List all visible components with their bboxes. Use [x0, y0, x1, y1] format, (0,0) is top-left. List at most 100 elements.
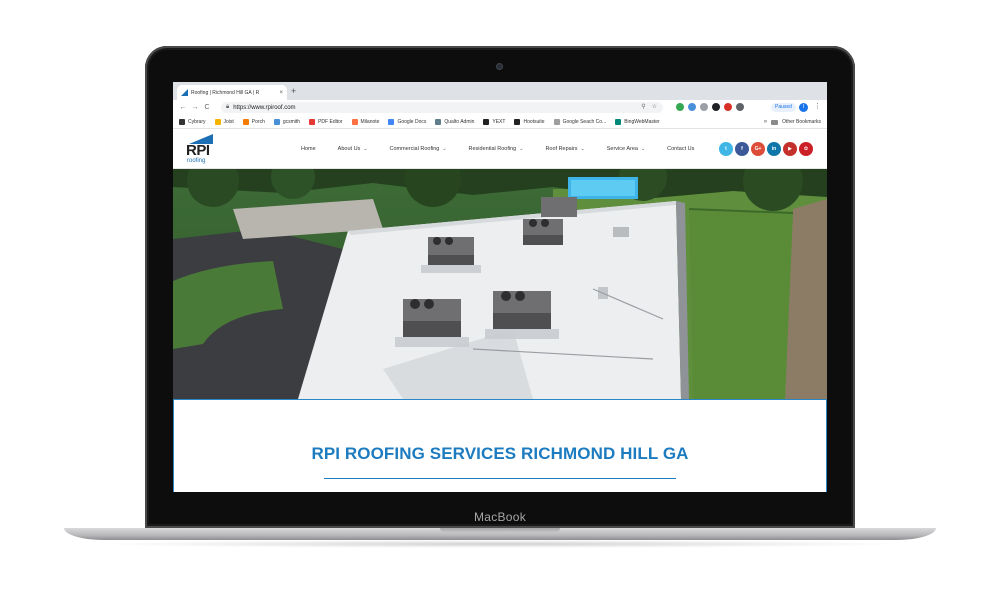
- bookmark-favicon-icon: [242, 118, 249, 125]
- main-navigation: Home About Us ⌄ Commercial Roofing ⌄ Resident…: [301, 129, 694, 169]
- bookmark-favicon-icon: [514, 118, 521, 125]
- chevron-down-icon: ⌄: [580, 146, 585, 152]
- bookmark-item[interactable]: Hootsuite: [514, 118, 545, 125]
- device-label: MacBook: [473, 510, 527, 524]
- logo-subtext: roofing: [187, 158, 206, 164]
- laptop-shadow: [90, 540, 910, 548]
- nav-item-label: Service Area: [606, 146, 638, 152]
- more-bookmarks-icon[interactable]: »: [764, 115, 767, 129]
- bookmark-item[interactable]: gcsmith: [273, 118, 301, 125]
- nav-item[interactable]: Contact Us: [667, 146, 694, 152]
- bookmark-favicon-icon: [388, 118, 395, 125]
- social-icon[interactable]: ✿: [799, 142, 813, 156]
- profile-avatar[interactable]: I: [799, 103, 808, 112]
- bookmarks-bar: Cybrary Joist Porch gcsmith PDF Editor Milano…: [173, 115, 827, 129]
- nav-item[interactable]: Commercial Roofing ⌄: [390, 146, 447, 152]
- social-icon[interactable]: G+: [751, 142, 765, 156]
- bookmark-label: PDF Editor: [318, 118, 343, 125]
- intro-section: RPI ROOFING SERVICES RICHMOND HILL GA: [173, 399, 827, 492]
- social-icon[interactable]: f: [735, 142, 749, 156]
- bookmark-item[interactable]: Milanote: [351, 118, 380, 125]
- browser-tab[interactable]: Roofing | Richmond Hill GA | R ×: [177, 85, 287, 100]
- bookmark-label: gcsmith: [282, 118, 301, 125]
- forward-button[interactable]: →: [189, 104, 201, 111]
- headline-divider: [324, 478, 676, 479]
- laptop-screen: Roofing | Richmond Hill GA | R × + ← → C…: [173, 82, 827, 492]
- nav-item-label: Commercial Roofing: [389, 146, 440, 152]
- bookmark-item[interactable]: Porch: [242, 118, 265, 125]
- nav-item[interactable]: Service Area ⌄: [607, 146, 645, 152]
- extension-icon[interactable]: [736, 103, 744, 111]
- social-links: t f G+ in ▶ ✿: [719, 142, 813, 156]
- nav-item[interactable]: About Us ⌄: [338, 146, 368, 152]
- nav-item-label: Roof Repairs: [545, 146, 578, 152]
- site-favicon-icon: [181, 89, 188, 96]
- bookmark-label: Porch: [251, 118, 265, 125]
- profile-status-badge[interactable]: Paused: [771, 103, 796, 112]
- bookmark-item[interactable]: YEXT: [483, 118, 506, 125]
- bookmark-favicon-icon: [273, 118, 280, 125]
- bookmark-item[interactable]: PDF Editor: [309, 118, 343, 125]
- hero-image: [173, 169, 827, 399]
- bookmark-favicon-icon: [179, 118, 185, 125]
- site-header: RPI roofing Home About Us ⌄ Commercial Roof…: [173, 129, 827, 169]
- bookmark-favicon-icon: [435, 118, 442, 125]
- nav-item-label: Residential Roofing: [468, 146, 517, 152]
- reload-button[interactable]: C: [201, 104, 213, 111]
- laptop-base-notch: [440, 528, 560, 533]
- other-bookmarks-link[interactable]: Other Bookmarks: [782, 115, 821, 129]
- bookmark-item[interactable]: Google Docs: [388, 118, 427, 125]
- bookmark-item[interactable]: BingWebMaster: [615, 118, 660, 125]
- bookmark-label: Google Seach Co...: [562, 118, 607, 125]
- nav-item-label: About Us: [337, 146, 361, 152]
- social-icon[interactable]: t: [719, 142, 733, 156]
- bookmark-favicon-icon: [351, 118, 358, 125]
- nav-item-label: Home: [301, 146, 316, 152]
- bookmark-item[interactable]: Qualto Admin: [435, 118, 475, 125]
- lock-icon: 🔒︎: [226, 104, 230, 110]
- browser-menu-icon[interactable]: ⋮: [814, 102, 821, 110]
- camera-icon: [496, 63, 503, 70]
- bookmark-item[interactable]: Joist: [214, 118, 234, 125]
- nav-item[interactable]: Roof Repairs ⌄: [545, 146, 584, 152]
- bookmark-favicon-icon: [553, 118, 560, 125]
- bookmark-label: YEXT: [492, 118, 506, 125]
- browser-toolbar: ← → C 🔒︎ https://www.rpiroof.com ⚲ ☆ Pau…: [173, 100, 827, 115]
- site-logo[interactable]: RPI roofing: [185, 134, 215, 166]
- folder-icon: [771, 119, 779, 125]
- search-icon[interactable]: ⚲: [641, 102, 645, 113]
- address-bar[interactable]: 🔒︎ https://www.rpiroof.com ⚲ ☆: [221, 102, 663, 113]
- chevron-down-icon: ⌄: [640, 146, 646, 152]
- bookmark-favicon-icon: [309, 118, 316, 125]
- bookmark-label: BingWebMaster: [624, 118, 660, 125]
- chevron-down-icon: ⌄: [363, 146, 368, 152]
- bookmark-item[interactable]: Cybrary: [179, 118, 206, 125]
- bookmark-label: Milanote: [360, 118, 380, 125]
- bookmark-favicon-icon: [214, 118, 221, 125]
- new-tab-button[interactable]: +: [291, 85, 296, 97]
- extension-icons: [676, 103, 744, 111]
- bookmark-favicon-icon: [483, 118, 490, 125]
- close-tab-icon[interactable]: ×: [279, 90, 283, 96]
- bookmark-label: Cybrary: [188, 118, 206, 125]
- nav-item[interactable]: Home: [301, 146, 316, 152]
- bookmark-label: Hootsuite: [523, 118, 545, 125]
- bookmark-label: Google Docs: [397, 118, 427, 125]
- bookmark-label: Qualto Admin: [444, 118, 475, 125]
- chevron-down-icon: ⌄: [442, 146, 447, 152]
- social-icon[interactable]: ▶: [783, 142, 797, 156]
- nav-item[interactable]: Residential Roofing ⌄: [469, 146, 524, 152]
- extension-icon[interactable]: [688, 103, 696, 111]
- browser-tab-strip: Roofing | Richmond Hill GA | R × +: [173, 82, 827, 100]
- star-icon[interactable]: ☆: [652, 102, 657, 113]
- extension-icon[interactable]: [712, 103, 720, 111]
- extension-icon[interactable]: [700, 103, 708, 111]
- back-button[interactable]: ←: [177, 104, 189, 111]
- extension-icon[interactable]: [676, 103, 684, 111]
- bookmark-favicon-icon: [615, 118, 622, 125]
- logo-text: RPI: [186, 142, 210, 159]
- extension-icon[interactable]: [724, 103, 732, 111]
- page-headline: RPI ROOFING SERVICES RICHMOND HILL GA: [311, 444, 689, 463]
- bookmark-item[interactable]: Google Seach Co...: [553, 118, 607, 125]
- social-icon[interactable]: in: [767, 142, 781, 156]
